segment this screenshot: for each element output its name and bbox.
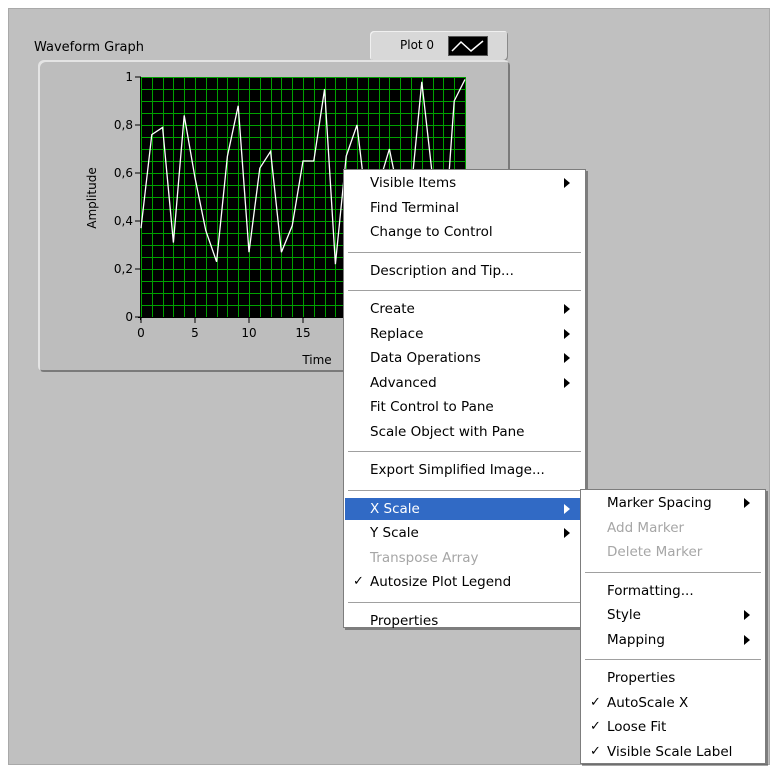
menu-item-label: Y Scale — [370, 525, 419, 541]
menu-item-label: X Scale — [370, 500, 420, 517]
menu-item-label: Marker Spacing — [607, 495, 712, 511]
x-axis-label: Time — [301, 353, 331, 367]
menu-item-label: Delete Marker — [607, 544, 703, 560]
menu-item-label: Mapping — [607, 631, 665, 648]
menu-item-label: Data Operations — [370, 350, 481, 366]
menu-item-label: Export Simplified Image... — [370, 462, 545, 478]
context-menu-item-export-simplified-image[interactable]: Export Simplified Image... — [345, 459, 584, 481]
menu-item-label: Properties — [370, 612, 439, 629]
context-menu-item-visible-items[interactable]: Visible Items — [345, 172, 584, 194]
submenu-arrow-icon — [564, 377, 570, 388]
context-menu-item-advanced[interactable]: Advanced — [345, 372, 584, 394]
x-scale-submenu-item-marker-spacing[interactable]: Marker Spacing — [582, 492, 764, 514]
menu-item-label: Autosize Plot Legend — [370, 574, 512, 590]
context-menu-item-x-scale[interactable]: X Scale — [345, 497, 584, 520]
submenu-arrow-icon — [564, 304, 570, 314]
checkmark-icon: ✓ — [590, 743, 601, 759]
context-menu-item-y-scale[interactable]: Y Scale — [345, 522, 584, 544]
menu-item-label: Change to Control — [370, 224, 493, 240]
context-menu-item-fit-control-to-pane[interactable]: Fit Control to Pane — [345, 396, 584, 418]
context-menu-item-scale-object-with-pane[interactable]: Scale Object with Pane — [345, 421, 584, 443]
y-axis-label: Amplitude — [85, 167, 99, 229]
checkmark-icon: ✓ — [590, 694, 601, 710]
menu-item-label: Find Terminal — [370, 199, 460, 216]
menu-item-label: Replace — [370, 325, 424, 342]
menu-separator — [348, 601, 581, 604]
x-scale-submenu-item-loose-fit[interactable]: ✓ Loose Fit — [582, 716, 764, 738]
y-tick-label: 1 — [125, 70, 133, 84]
submenu-arrow-icon — [564, 178, 570, 188]
menu-item-label: Transpose Array — [370, 549, 479, 566]
menu-item-label: Visible Scale Label — [607, 743, 733, 760]
menu-separator — [348, 290, 581, 292]
x-scale-submenu-item-formatting[interactable]: Formatting... — [582, 580, 764, 602]
menu-item-label: Loose Fit — [607, 719, 667, 735]
menu-separator — [348, 451, 581, 453]
submenu-arrow-icon — [564, 353, 570, 363]
menu-item-label: Add Marker — [607, 519, 685, 536]
menu-item-label: Formatting... — [607, 582, 694, 599]
menu-separator — [348, 251, 581, 254]
context-menu: Visible Items Find Terminal Change to Cont… — [343, 169, 586, 629]
menu-item-label: Scale Object with Pane — [370, 423, 525, 440]
y-tick-label: 0,2 — [114, 262, 133, 276]
x-scale-submenu-item-visible-scale-label[interactable]: ✓ Visible Scale Label — [582, 741, 764, 763]
y-tick-label: 0,6 — [114, 166, 133, 180]
x-scale-submenu: Marker Spacing Add Marker Delete Marker For… — [580, 489, 766, 764]
checkmark-icon: ✓ — [590, 719, 601, 734]
menu-item-label: Description and Tip... — [370, 262, 514, 279]
x-tick-label: 5 — [191, 326, 199, 340]
context-menu-item-data-operations[interactable]: Data Operations — [345, 347, 584, 369]
x-tick-label: 0 — [137, 326, 145, 340]
x-scale-submenu-item-mapping[interactable]: Mapping — [582, 629, 764, 651]
submenu-arrow-icon — [564, 328, 570, 339]
x-scale-submenu-item-delete-marker: Delete Marker — [582, 541, 764, 563]
y-tick-label: 0,8 — [114, 118, 133, 132]
menu-separator — [348, 489, 581, 492]
context-menu-item-change-to-control[interactable]: Change to Control — [345, 221, 584, 243]
menu-item-label: Style — [607, 607, 641, 623]
context-menu-item-create[interactable]: Create — [345, 298, 584, 320]
submenu-arrow-icon — [744, 610, 750, 620]
y-tick-label: 0,4 — [114, 214, 133, 228]
menu-separator — [585, 571, 761, 574]
context-menu-item-description-and-tip[interactable]: Description and Tip... — [345, 260, 584, 282]
menu-item-label: Properties — [607, 670, 676, 686]
submenu-arrow-icon — [564, 528, 570, 538]
x-tick-label: 15 — [295, 326, 310, 340]
x-tick-label: 10 — [241, 326, 256, 340]
context-menu-item-replace[interactable]: Replace — [345, 323, 584, 345]
context-menu-item-transpose-array: Transpose Array — [345, 547, 584, 569]
y-tick-label: 0 — [125, 310, 133, 324]
checkmark-icon: ✓ — [353, 574, 364, 589]
context-menu-item-properties[interactable]: Properties — [345, 610, 584, 632]
submenu-arrow-icon — [744, 498, 750, 508]
menu-item-label: Advanced — [370, 374, 437, 391]
menu-item-label: AutoScale X — [607, 694, 689, 711]
menu-item-label: Fit Control to Pane — [370, 399, 494, 415]
context-menu-item-autosize-plot-legend[interactable]: ✓ Autosize Plot Legend — [345, 571, 584, 593]
submenu-arrow-icon — [744, 634, 750, 645]
x-scale-submenu-item-add-marker: Add Marker — [582, 517, 764, 539]
x-scale-submenu-item-style[interactable]: Style — [582, 604, 764, 626]
menu-item-label: Visible Items — [370, 175, 457, 191]
context-menu-item-find-terminal[interactable]: Find Terminal — [345, 197, 584, 219]
x-scale-submenu-item-properties[interactable]: Properties — [582, 667, 764, 689]
x-scale-submenu-item-autoscale-x[interactable]: ✓ AutoScale X — [582, 692, 764, 714]
menu-separator — [585, 659, 761, 661]
submenu-arrow-icon — [564, 503, 570, 514]
menu-item-label: Create — [370, 301, 415, 317]
